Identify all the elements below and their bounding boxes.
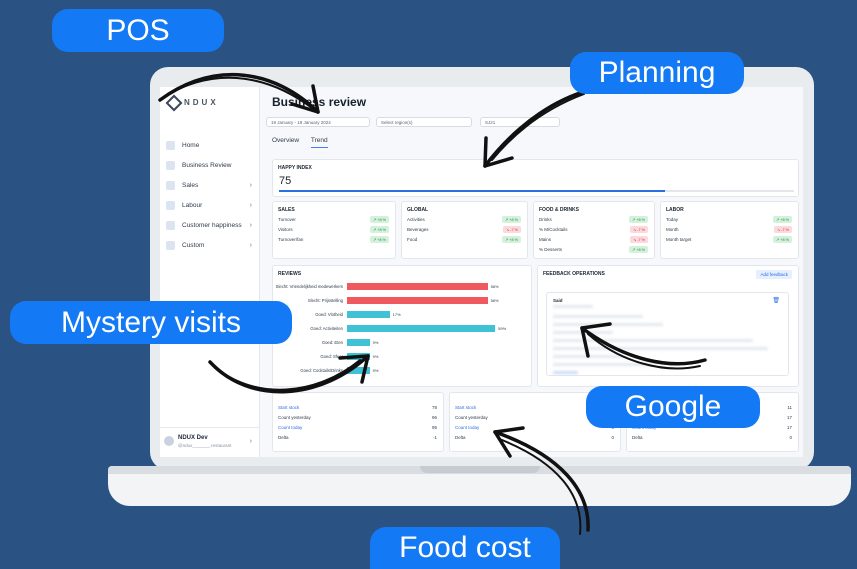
arrow-food-cost: [493, 430, 590, 532]
arrow-planning: [483, 88, 592, 168]
label-food-cost: Food cost: [370, 527, 560, 569]
label-pos: POS: [52, 9, 224, 52]
label-planning: Planning: [570, 52, 744, 94]
arrow-google: [580, 326, 707, 366]
label-mystery-visits: Mystery visits: [10, 301, 292, 344]
arrow-mystery: [208, 354, 370, 394]
label-google: Google: [586, 386, 760, 428]
